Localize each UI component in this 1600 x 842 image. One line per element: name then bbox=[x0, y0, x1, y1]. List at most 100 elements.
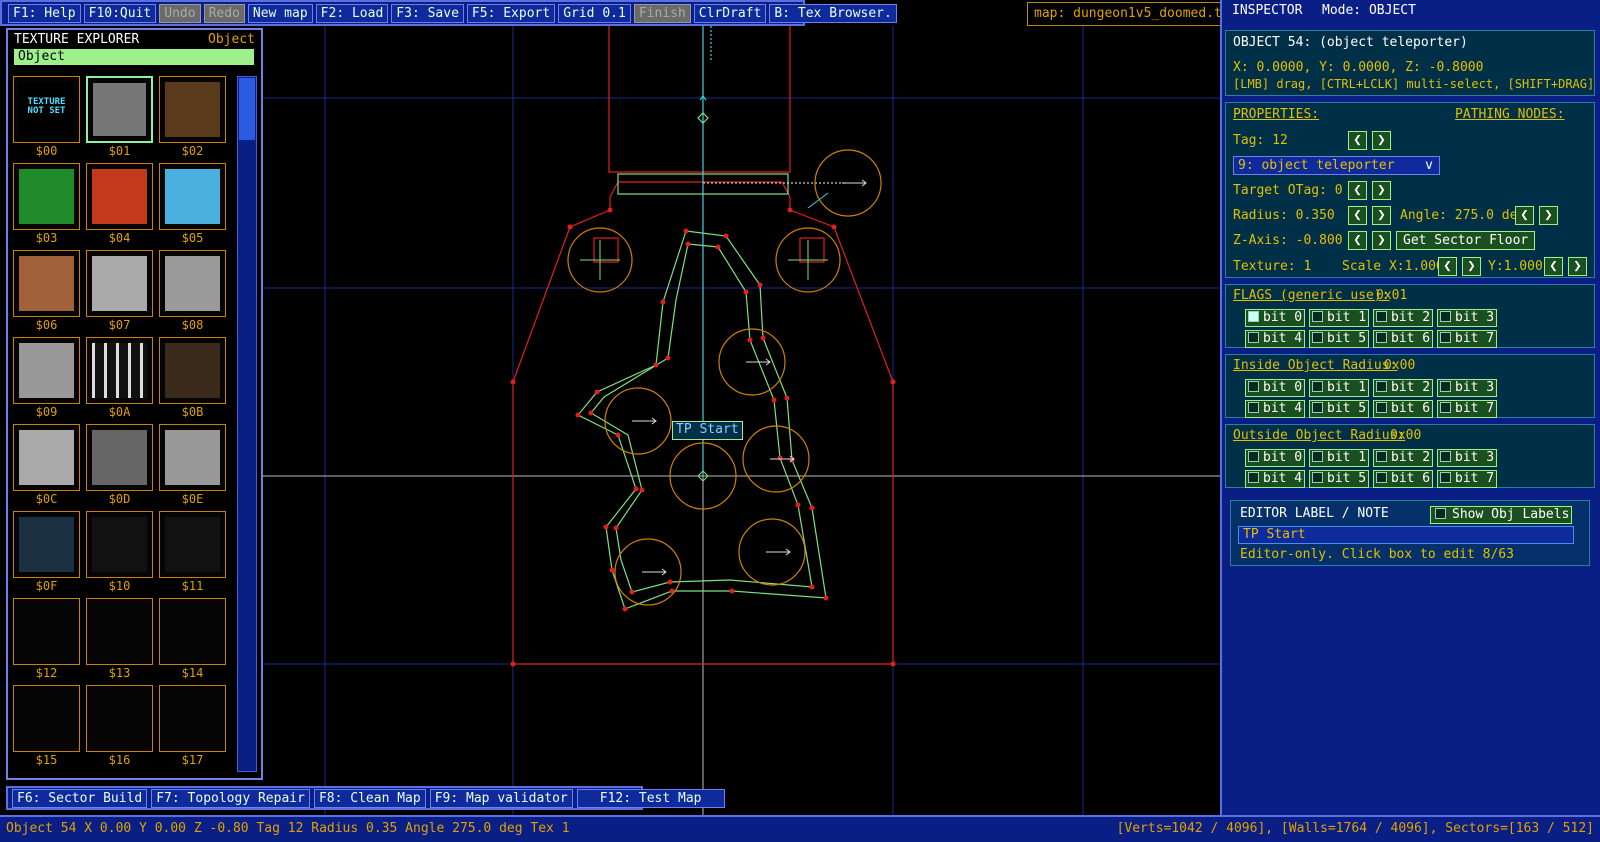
texture-tile-label: $00 bbox=[35, 144, 58, 158]
texture-scrollbar[interactable] bbox=[237, 76, 257, 772]
flags-bit-checkbox[interactable]: bit 1 bbox=[1309, 309, 1369, 327]
texture-tile[interactable] bbox=[13, 250, 80, 317]
outside-bit-checkbox[interactable]: bit 7 bbox=[1437, 470, 1497, 488]
texture-tile[interactable] bbox=[159, 424, 226, 491]
scale-x-increment-button[interactable]: ❯ bbox=[1462, 257, 1481, 276]
checkbox-icon bbox=[1376, 402, 1387, 413]
tex-browser-button[interactable]: B: Tex Browser. bbox=[769, 3, 897, 23]
save-button[interactable]: F3: Save bbox=[391, 3, 464, 23]
clean-map-button[interactable]: F8: Clean Map bbox=[313, 788, 426, 808]
object-type-select[interactable]: 9: object teleporter v bbox=[1233, 156, 1440, 175]
flags-bit-checkbox[interactable]: bit 4 bbox=[1245, 330, 1305, 348]
outside-bit-checkbox[interactable]: bit 1 bbox=[1309, 449, 1369, 467]
flags-bit-checkbox[interactable]: bit 3 bbox=[1437, 309, 1497, 327]
texture-tile[interactable] bbox=[86, 76, 153, 143]
texture-tile[interactable] bbox=[86, 598, 153, 665]
bit-label: bit 2 bbox=[1391, 310, 1431, 325]
bit-label: bit 6 bbox=[1391, 331, 1431, 346]
texture-tile[interactable] bbox=[159, 76, 226, 143]
angle-increment-button[interactable]: ❯ bbox=[1539, 206, 1558, 225]
inside-bit-checkbox[interactable]: bit 2 bbox=[1373, 379, 1433, 397]
show-obj-labels-toggle[interactable]: Show Obj Labels bbox=[1430, 506, 1572, 524]
finish-button[interactable]: Finish bbox=[633, 3, 691, 23]
undo-button[interactable]: Undo bbox=[159, 3, 201, 23]
clear-draft-button[interactable]: ClrDraft bbox=[693, 3, 767, 23]
load-button[interactable]: F2: Load bbox=[315, 3, 389, 23]
get-sector-floor-button[interactable]: Get Sector Floor bbox=[1396, 231, 1536, 250]
texture-tile[interactable] bbox=[86, 163, 153, 230]
topology-repair-button[interactable]: F7: Topology Repair bbox=[151, 788, 310, 808]
outside-bit-checkbox[interactable]: bit 4 bbox=[1245, 470, 1305, 488]
otag-decrement-button[interactable]: ❮ bbox=[1348, 181, 1367, 200]
inside-bit-checkbox[interactable]: bit 1 bbox=[1309, 379, 1369, 397]
inside-bit-checkbox[interactable]: bit 5 bbox=[1309, 400, 1369, 418]
checkbox-icon bbox=[1440, 332, 1451, 343]
new-map-button[interactable]: New map bbox=[247, 3, 313, 23]
texture-swatch bbox=[92, 430, 147, 485]
flags-bit-checkbox[interactable]: bit 5 bbox=[1309, 330, 1369, 348]
texture-tile[interactable] bbox=[13, 337, 80, 404]
sector-build-button[interactable]: F6: Sector Build bbox=[12, 788, 148, 808]
scale-y-decrement-button[interactable]: ❮ bbox=[1544, 257, 1563, 276]
otag-increment-button[interactable]: ❯ bbox=[1372, 181, 1391, 200]
outside-bit-checkbox[interactable]: bit 0 bbox=[1245, 449, 1305, 467]
flags-bit-checkbox[interactable]: bit 2 bbox=[1373, 309, 1433, 327]
texture-tile[interactable] bbox=[13, 685, 80, 752]
texture-tile[interactable] bbox=[159, 250, 226, 317]
texture-tile[interactable] bbox=[13, 163, 80, 230]
outside-bit-checkbox[interactable]: bit 2 bbox=[1373, 449, 1433, 467]
export-button[interactable]: F5: Export bbox=[466, 3, 556, 23]
texture-tile[interactable] bbox=[13, 598, 80, 665]
quit-button[interactable]: F10:Quit bbox=[83, 3, 157, 23]
editor-note-input[interactable]: TP Start bbox=[1238, 526, 1574, 544]
texture-tile[interactable] bbox=[159, 598, 226, 665]
texture-tile[interactable] bbox=[159, 511, 226, 578]
texture-tile[interactable] bbox=[86, 424, 153, 491]
pathing-nodes-header[interactable]: PATHING NODES: bbox=[1455, 107, 1565, 122]
texture-tile[interactable] bbox=[86, 250, 153, 317]
grid-button[interactable]: Grid 0.1 bbox=[558, 3, 631, 23]
texture-tile[interactable] bbox=[159, 163, 226, 230]
checkbox-icon bbox=[1376, 311, 1387, 322]
angle-decrement-button[interactable]: ❮ bbox=[1515, 206, 1534, 225]
scale-y-increment-button[interactable]: ❯ bbox=[1568, 257, 1587, 276]
inside-bit-checkbox[interactable]: bit 3 bbox=[1437, 379, 1497, 397]
bit-label: bit 0 bbox=[1263, 380, 1303, 395]
texture-explorer-selected[interactable]: Object bbox=[14, 49, 254, 65]
texture-tile[interactable] bbox=[13, 424, 80, 491]
tag-decrement-button[interactable]: ❮ bbox=[1348, 131, 1367, 150]
texture-tile-label: $13 bbox=[108, 666, 131, 680]
texture-tile-label: $08 bbox=[181, 318, 204, 332]
texture-tile-label: $0A bbox=[108, 405, 131, 419]
texture-tile[interactable] bbox=[86, 337, 153, 404]
flags-bit-checkbox[interactable]: bit 0 bbox=[1245, 309, 1305, 327]
inside-bit-checkbox[interactable]: bit 4 bbox=[1245, 400, 1305, 418]
texture-tile[interactable] bbox=[159, 337, 226, 404]
map-validator-button[interactable]: F9: Map validator bbox=[429, 788, 573, 808]
radius-increment-button[interactable]: ❯ bbox=[1372, 206, 1391, 225]
texture-tile[interactable]: TEXTURE NOT SET bbox=[13, 76, 80, 143]
texture-tile[interactable] bbox=[86, 685, 153, 752]
inside-bit-checkbox[interactable]: bit 7 bbox=[1437, 400, 1497, 418]
zaxis-increment-button[interactable]: ❯ bbox=[1372, 231, 1391, 250]
status-counts: [Verts=1042 / 4096], [Walls=1764 / 4096]… bbox=[1116, 821, 1594, 836]
texture-tile[interactable] bbox=[13, 511, 80, 578]
help-button[interactable]: F1: Help bbox=[8, 3, 81, 23]
test-map-button[interactable]: F12: Test Map bbox=[576, 788, 725, 808]
radius-decrement-button[interactable]: ❮ bbox=[1348, 206, 1367, 225]
outside-bit-checkbox[interactable]: bit 5 bbox=[1309, 470, 1369, 488]
texture-tile[interactable] bbox=[159, 685, 226, 752]
texture-tile[interactable] bbox=[86, 511, 153, 578]
flags-bit-checkbox[interactable]: bit 6 bbox=[1373, 330, 1433, 348]
texture-scrollbar-thumb[interactable] bbox=[239, 78, 255, 140]
scale-x-decrement-button[interactable]: ❮ bbox=[1438, 257, 1457, 276]
redo-button[interactable]: Redo bbox=[203, 3, 245, 23]
status-object-info: Object 54 X 0.00 Y 0.00 Z -0.80 Tag 12 R… bbox=[6, 821, 570, 836]
inside-bit-checkbox[interactable]: bit 6 bbox=[1373, 400, 1433, 418]
zaxis-decrement-button[interactable]: ❮ bbox=[1348, 231, 1367, 250]
tag-increment-button[interactable]: ❯ bbox=[1372, 131, 1391, 150]
inside-bit-checkbox[interactable]: bit 0 bbox=[1245, 379, 1305, 397]
outside-bit-checkbox[interactable]: bit 3 bbox=[1437, 449, 1497, 467]
flags-bit-checkbox[interactable]: bit 7 bbox=[1437, 330, 1497, 348]
outside-bit-checkbox[interactable]: bit 6 bbox=[1373, 470, 1433, 488]
